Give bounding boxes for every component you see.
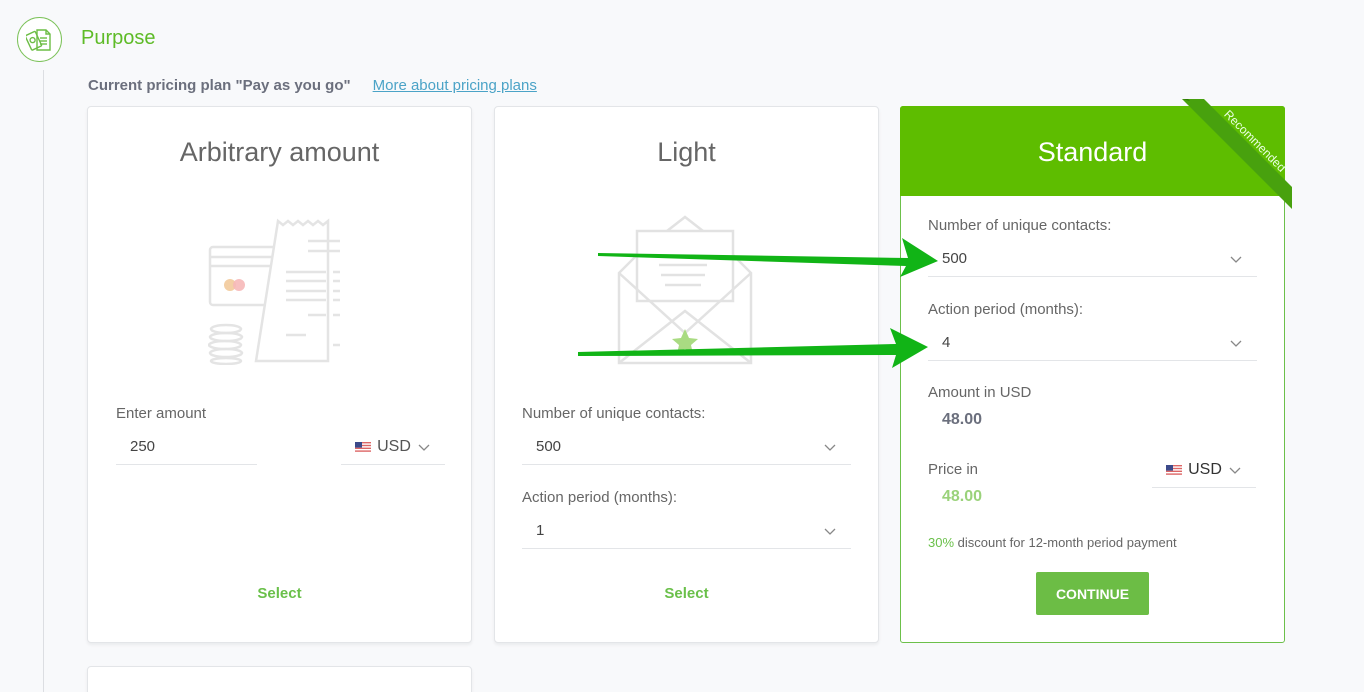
period-label: Action period (months): — [522, 489, 678, 506]
contacts-value: 500 — [942, 250, 968, 267]
open-envelope-star-icon — [617, 215, 753, 365]
chevron-down-icon — [824, 444, 836, 451]
amount-input[interactable]: 250 — [116, 429, 257, 465]
currency-select[interactable]: USD — [341, 429, 445, 465]
chevron-down-icon — [418, 444, 430, 451]
currency-value: USD — [377, 437, 411, 455]
continue-button[interactable]: CONTINUE — [1036, 572, 1149, 615]
amount-value: 250 — [130, 438, 156, 455]
chevron-down-icon — [1230, 256, 1242, 263]
currency-select[interactable]: USD — [1152, 452, 1256, 488]
amount-value: 48.00 — [942, 411, 983, 428]
contacts-label: Number of unique contacts: — [928, 217, 1112, 234]
select-arbitrary-button[interactable]: Select — [88, 585, 471, 602]
period-label: Action period (months): — [928, 301, 1084, 318]
step-icon — [17, 17, 62, 62]
discount-note: 30% discount for 12-month period payment — [928, 535, 1177, 550]
enter-amount-label: Enter amount — [116, 405, 207, 422]
currency-value: USD — [1188, 460, 1222, 478]
discount-text: discount for 12-month period payment — [954, 535, 1177, 550]
contacts-select[interactable]: 500 — [522, 429, 851, 465]
select-light-button[interactable]: Select — [495, 585, 878, 602]
step-title: Purpose — [81, 27, 156, 49]
card-title: Arbitrary amount — [179, 137, 380, 167]
us-flag-icon — [1166, 464, 1183, 475]
chevron-down-icon — [824, 528, 836, 535]
period-value: 1 — [536, 522, 545, 539]
card-title: Light — [657, 137, 716, 167]
price-label: Price in — [928, 461, 979, 478]
plan-card-standard: Standard Recommended Number of unique co… — [900, 99, 1292, 643]
step-connector-line — [43, 70, 44, 692]
chevron-down-icon — [1229, 467, 1241, 474]
period-value: 4 — [942, 334, 951, 351]
amount-label: Amount in USD — [928, 384, 1032, 401]
recommended-ribbon: Recommended — [1182, 99, 1292, 209]
discount-percent: 30% — [928, 535, 955, 550]
chevron-down-icon — [1230, 340, 1242, 347]
period-select[interactable]: 1 — [522, 513, 851, 549]
period-select[interactable]: 4 — [928, 325, 1257, 361]
plan-card-light: Light Number of unique contacts: 500 Act… — [494, 106, 879, 643]
contacts-select[interactable]: 500 — [928, 241, 1257, 277]
current-plan-label: Current pricing plan "Pay as you go" — [88, 77, 351, 94]
us-flag-icon — [355, 441, 372, 452]
contacts-value: 500 — [536, 438, 562, 455]
plan-card-partial — [87, 666, 472, 692]
contacts-label: Number of unique contacts: — [522, 405, 706, 422]
more-about-pricing-link[interactable]: More about pricing plans — [373, 77, 537, 94]
card-receipt-coins-icon — [208, 218, 340, 365]
pricing-plan-info: Current pricing plan "Pay as you go" Mor… — [88, 77, 537, 94]
plan-card-arbitrary: Arbitrary amount Enter amount 250 USD Se… — [87, 106, 472, 643]
price-value: 48.00 — [942, 488, 983, 505]
documents-money-icon — [25, 28, 51, 51]
